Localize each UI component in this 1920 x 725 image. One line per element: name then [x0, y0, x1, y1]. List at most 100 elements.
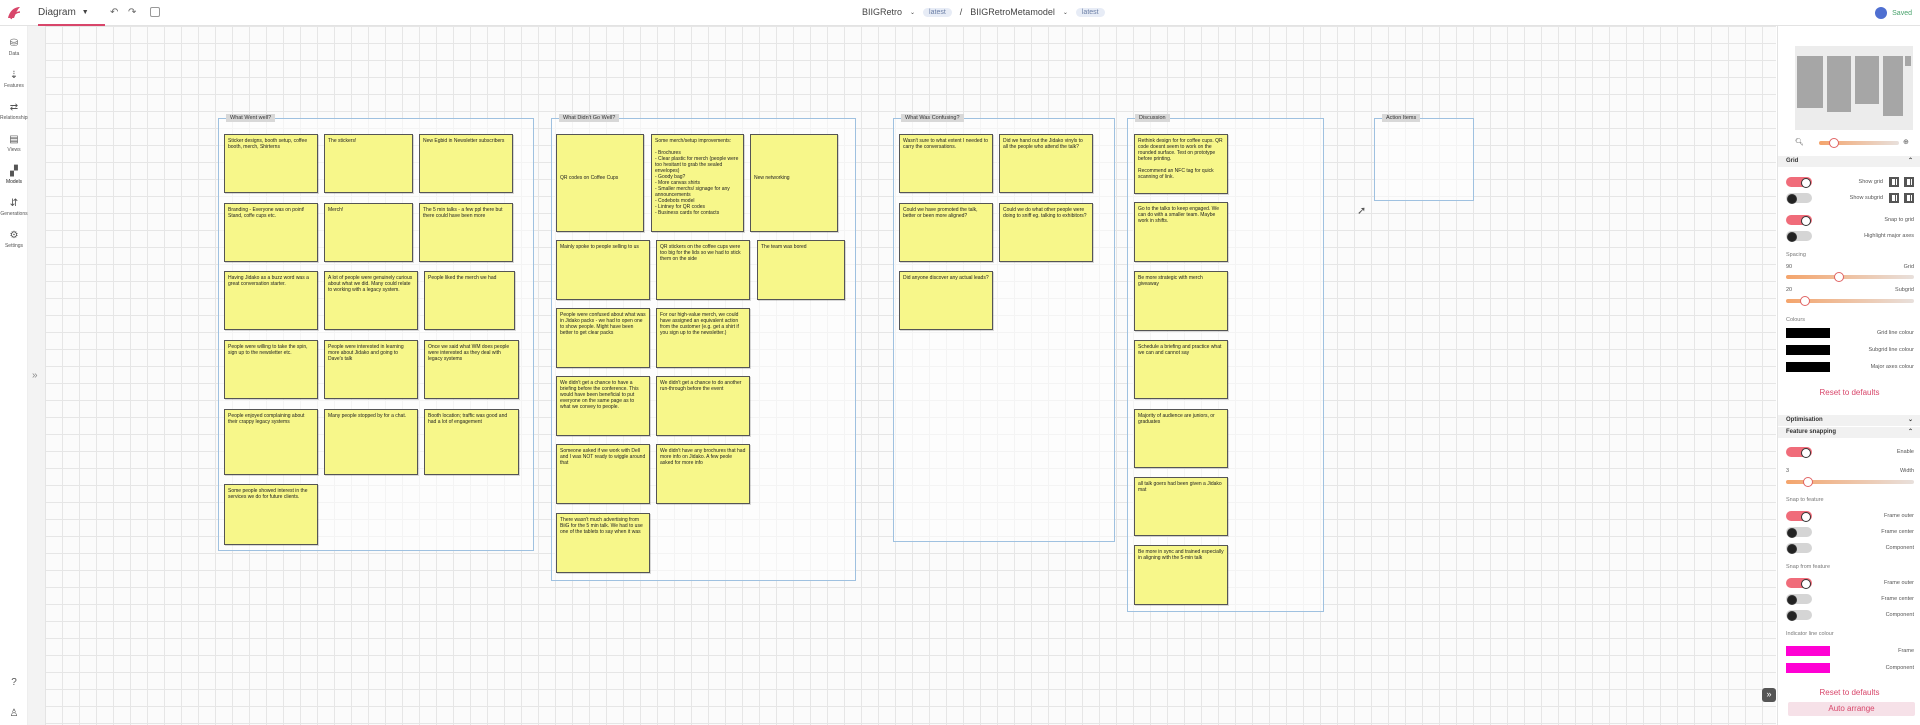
grid-spacing-slider[interactable] [1786, 272, 1914, 282]
sticky-note[interactable]: People enjoyed complaining about their c… [224, 409, 318, 475]
snap-to-component-toggle[interactable] [1786, 543, 1812, 554]
nav-features[interactable]: ⇣ Features [0, 70, 28, 89]
sticky-note[interactable]: People liked the merch we had [424, 271, 515, 330]
save-icon[interactable] [150, 7, 160, 17]
sticky-note[interactable]: We didn't get a chance to have a briefin… [556, 376, 650, 436]
chevron-up-icon: ⌃ [1907, 429, 1913, 435]
sticky-note[interactable]: Did anyone discover any actual leads? [899, 271, 993, 330]
redo-icon[interactable]: ↷ [128, 7, 136, 18]
sticky-note[interactable]: People were confused about what was in J… [556, 308, 650, 368]
show-subgrid-toggle[interactable] [1786, 193, 1812, 204]
sticky-note[interactable]: Some people showed interest in the servi… [224, 484, 318, 545]
sticky-note[interactable]: The team was bored [757, 240, 845, 300]
indicator-frame-colour-swatch[interactable] [1786, 646, 1830, 656]
collapse-panel-icon[interactable]: » [1762, 688, 1776, 702]
sticky-note[interactable]: For our high-value merch, we could have … [656, 308, 750, 368]
sticky-note[interactable]: Go to the talks to keep engaged. We can … [1134, 202, 1228, 262]
grid-style-icon[interactable] [1889, 177, 1899, 187]
nav-views[interactable]: ▤ Views [0, 134, 28, 153]
sticky-note[interactable]: Merch! [324, 203, 413, 262]
sticky-note[interactable]: Wasn't sure to what extent I needed to c… [899, 134, 993, 193]
reset-grid-defaults-button[interactable]: Reset to defaults [1778, 388, 1920, 397]
subgrid-line-colour-swatch[interactable] [1786, 345, 1830, 355]
sticky-note[interactable]: People were interested in learning more … [324, 340, 418, 399]
nav-relationships[interactable]: ⇄ Relationships [0, 102, 30, 121]
nav-data[interactable]: ⛁ Data [0, 38, 28, 57]
sticky-note[interactable]: Many people stopped by for a chat. [324, 409, 418, 475]
sticky-note[interactable]: There wasn't much advertising from BiiG … [556, 513, 650, 573]
sticky-note[interactable]: Booth location; traffic was good and had… [424, 409, 519, 475]
auto-arrange-button[interactable]: Auto arrange [1788, 702, 1915, 716]
sticky-note[interactable]: New networking [750, 134, 838, 232]
snap-from-frame-center-toggle[interactable] [1786, 594, 1812, 605]
help-icon[interactable]: ? [0, 677, 28, 690]
indicator-component-colour-swatch[interactable] [1786, 663, 1830, 673]
sticky-note[interactable]: Schedule a briefing and practice what we… [1134, 340, 1228, 399]
app-logo-icon[interactable] [5, 4, 23, 22]
snap-from-component-toggle[interactable] [1786, 610, 1812, 621]
undo-icon[interactable]: ↶ [110, 7, 118, 18]
grid-section-header[interactable]: Grid ⌃ [1778, 156, 1920, 167]
sticky-note[interactable]: QR stickers on the coffee cups were too … [656, 240, 750, 300]
subgrid-style-icon[interactable] [1904, 193, 1914, 203]
metamodel-name[interactable]: BIIGRetroMetamodel [970, 7, 1055, 17]
expand-panel-icon[interactable]: » [32, 370, 38, 381]
sticky-note[interactable]: Be more in sync and trained especially i… [1134, 545, 1228, 605]
snap-to-frame-outer-toggle[interactable] [1786, 511, 1812, 522]
sticky-note[interactable]: Someone asked if we work with Dell and I… [556, 444, 650, 504]
sticky-note[interactable]: A lot of people were genuinely curious a… [324, 271, 418, 330]
frame-action-items[interactable]: Action Items [1374, 114, 1474, 201]
sticky-note[interactable]: Once we said what WM does people were in… [424, 340, 519, 399]
minimap[interactable] [1795, 46, 1913, 130]
nav-generations[interactable]: ⇵ Generations [0, 198, 28, 217]
subgrid-style-icon[interactable] [1889, 193, 1899, 203]
nav-settings[interactable]: ⚙ Settings [0, 230, 28, 249]
snap-width-slider[interactable] [1786, 477, 1914, 487]
subgrid-spacing-slider[interactable] [1786, 296, 1914, 306]
sticky-note[interactable]: Majority of audience are juniors, or gra… [1134, 409, 1228, 468]
chevron-down-icon[interactable]: ⌄ [1063, 9, 1068, 16]
sticky-note[interactable]: QR codes on Coffee Cups [556, 134, 644, 232]
feature-snapping-section-header[interactable]: Feature snapping ⌃ [1778, 427, 1920, 438]
sticky-note[interactable]: People were willing to take the spin, si… [224, 340, 318, 399]
frame-title: Action Items [1382, 114, 1421, 122]
chevron-down-icon[interactable]: ⌄ [910, 9, 915, 16]
highlight-axes-toggle[interactable] [1786, 231, 1812, 242]
sticky-note[interactable]: Branding - Everyone was on point! Stand,… [224, 203, 318, 262]
sticky-note[interactable]: We didn't get a chance to do another run… [656, 376, 750, 436]
zoom-out-icon[interactable]: 🔍︎ [1795, 138, 1804, 146]
sticky-note[interactable]: Could we do what other people were doing… [999, 203, 1093, 262]
sticky-note[interactable]: The 5 min talks - a few ppl there but th… [419, 203, 513, 262]
sticky-note[interactable]: Did we hand out the Jidako vinyls to all… [999, 134, 1093, 193]
optimisation-section-header[interactable]: Optimisation ⌄ [1778, 415, 1920, 426]
snap-to-frame-center-toggle[interactable] [1786, 527, 1812, 538]
sticky-note[interactable]: Be more strategic with merch giveaway [1134, 271, 1228, 331]
sticky-note[interactable]: The stickers! [324, 134, 413, 193]
sticky-note[interactable]: New Egbid in Newsletter subscribers [419, 134, 513, 193]
sticky-note[interactable]: Some merch/setup improvements: - Brochur… [651, 134, 744, 232]
grid-style-icon[interactable] [1904, 177, 1914, 187]
avatar[interactable] [1875, 7, 1888, 19]
sticky-note[interactable]: Rethink design for for coffee cups. QR c… [1134, 134, 1228, 194]
sticky-note[interactable]: Having Jidako as a buzz word was a great… [224, 271, 318, 330]
metamodel-version-badge[interactable]: latest [1075, 7, 1105, 17]
project-version-badge[interactable]: latest [923, 7, 952, 17]
user-icon[interactable]: ♙ [0, 708, 28, 721]
major-axes-colour-swatch[interactable] [1786, 362, 1830, 372]
sticky-note[interactable]: Sticker designs, booth setup, coffee boo… [224, 134, 318, 193]
sticky-note[interactable]: all talk goers had been given a Jidako m… [1134, 477, 1228, 536]
view-dropdown[interactable]: Diagram ▼ [38, 0, 105, 26]
enable-snapping-toggle[interactable] [1786, 447, 1812, 458]
zoom-in-icon[interactable]: ⊕ [1903, 138, 1909, 146]
snap-to-grid-toggle[interactable] [1786, 215, 1812, 226]
nav-models[interactable]: ▞ Models [0, 166, 28, 185]
zoom-slider[interactable] [1819, 138, 1899, 148]
sticky-note[interactable]: Mainly spoke to people selling to us [556, 240, 650, 300]
show-grid-toggle[interactable] [1786, 177, 1812, 188]
snap-from-frame-outer-toggle[interactable] [1786, 578, 1812, 589]
project-name[interactable]: BIIGRetro [862, 7, 902, 17]
sticky-note[interactable]: We didn't have any brochures that had mo… [656, 444, 750, 504]
grid-line-colour-swatch[interactable] [1786, 328, 1830, 338]
sticky-note[interactable]: Could we have promoted the talk, better … [899, 203, 993, 262]
reset-snapping-defaults-button[interactable]: Reset to defaults [1778, 688, 1920, 697]
